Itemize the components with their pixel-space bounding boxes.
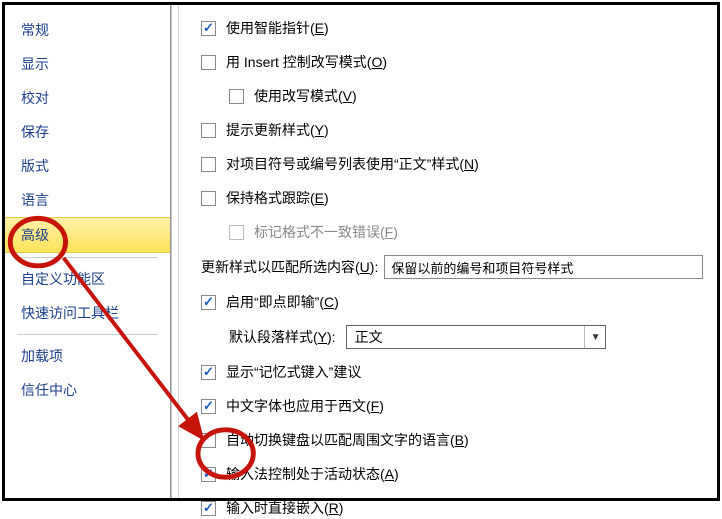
chevron-down-icon: ▼ <box>584 326 601 348</box>
checkbox-insert-overwrite[interactable] <box>201 55 216 70</box>
main-panel: 使用智能指针(E) 用 Insert 控制改写模式(O) 使用改写模式(V) 提… <box>179 5 717 498</box>
label-update-style-match: 更新样式以匹配所选内容(U): <box>201 257 378 277</box>
checkbox-show-memory-ime[interactable] <box>201 365 216 380</box>
checkbox-mark-format-inconsistency[interactable] <box>229 225 244 240</box>
checkbox-enable-click-type[interactable] <box>201 295 216 310</box>
sidebar-item-addins[interactable]: 加载项 <box>5 339 170 373</box>
sidebar-item-proofing[interactable]: 校对 <box>5 81 170 115</box>
label-insert-overwrite: 用 Insert 控制改写模式(O) <box>226 52 387 72</box>
sidebar-item-display[interactable]: 显示 <box>5 47 170 81</box>
label-smart-pointer: 使用智能指针(E) <box>226 18 329 38</box>
label-use-overwrite: 使用改写模式(V) <box>254 86 357 106</box>
options-dialog: 常规 显示 校对 保存 版式 语言 高级 自定义功能区 快速访问工具栏 加载项 … <box>2 2 720 501</box>
label-auto-switch-kb: 自动切换键盘以匹配周围文字的语言(B) <box>226 430 469 450</box>
sidebar-divider-1 <box>17 257 158 258</box>
label-default-para-style: 默认段落样式(Y): <box>229 327 336 347</box>
checkbox-prompt-update-style[interactable] <box>201 123 216 138</box>
sidebar-item-quick-access[interactable]: 快速访问工具栏 <box>5 296 170 330</box>
label-ime-active: 输入法控制处于活动状态(A) <box>226 464 399 484</box>
input-update-style-match[interactable] <box>384 255 703 279</box>
sidebar-item-advanced[interactable]: 高级 <box>5 217 170 253</box>
checkbox-smart-pointer[interactable] <box>201 21 216 36</box>
checkbox-bullet-normal[interactable] <box>201 157 216 172</box>
checkbox-use-overwrite[interactable] <box>229 89 244 104</box>
sidebar-item-general[interactable]: 常规 <box>5 13 170 47</box>
checkbox-auto-switch-kb[interactable] <box>201 433 216 448</box>
sidebar: 常规 显示 校对 保存 版式 语言 高级 自定义功能区 快速访问工具栏 加载项 … <box>5 5 171 498</box>
select-default-para-style[interactable]: 正文 ▼ <box>346 325 606 349</box>
sidebar-item-language[interactable]: 语言 <box>5 183 170 217</box>
label-show-memory-ime: 显示“记忆式键入”建议 <box>226 362 361 382</box>
sidebar-item-layout[interactable]: 版式 <box>5 149 170 183</box>
label-ime-inline: 输入时直接嵌入(R) <box>226 498 343 518</box>
label-bullet-normal: 对项目符号或编号列表使用“正文”样式(N) <box>226 154 479 174</box>
select-value: 正文 <box>355 327 383 347</box>
checkbox-keep-format-track[interactable] <box>201 191 216 206</box>
sidebar-item-save[interactable]: 保存 <box>5 115 170 149</box>
label-keep-format-track: 保持格式跟踪(E) <box>226 188 329 208</box>
checkbox-cjk-font-western[interactable] <box>201 399 216 414</box>
label-enable-click-type: 启用“即点即输”(C) <box>226 292 339 312</box>
label-mark-format-inconsistency: 标记格式不一致错误(F) <box>254 222 398 242</box>
checkbox-ime-active[interactable] <box>201 467 216 482</box>
label-prompt-update-style: 提示更新样式(Y) <box>226 120 329 140</box>
sidebar-divider-2 <box>17 334 158 335</box>
sidebar-item-customize-ribbon[interactable]: 自定义功能区 <box>5 262 170 296</box>
sidebar-item-trust-center[interactable]: 信任中心 <box>5 373 170 407</box>
label-cjk-font-western: 中文字体也应用于西文(F) <box>226 396 384 416</box>
